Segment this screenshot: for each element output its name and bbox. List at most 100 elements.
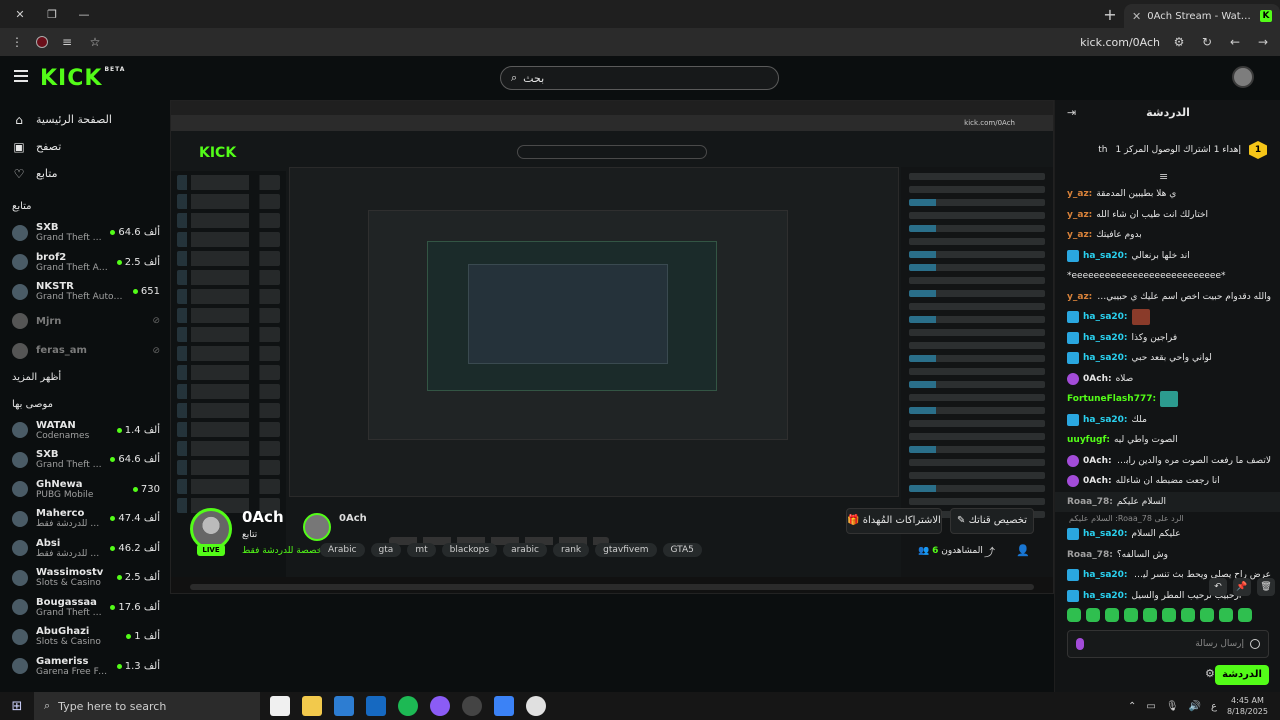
chat-username[interactable]: ha_sa20: (1083, 415, 1128, 425)
stream-tag[interactable]: gtavfivem (595, 543, 657, 557)
obs-icon[interactable] (462, 696, 482, 716)
browser-tab[interactable]: ✕ 0Ach Stream - Watch Live on Kick K (1124, 4, 1280, 28)
chat-message[interactable]: 0Ach: انا رجعت مضبطه ان شاءلله (1055, 471, 1280, 492)
stream-tag[interactable]: Arabic (320, 543, 365, 557)
delete-icon[interactable]: 🗑 (1257, 578, 1275, 596)
channel-item[interactable]: BougassaaGrand Theft Auto ... 17.6 ألف (0, 593, 170, 623)
chat-message[interactable]: ha_sa20: ملك (1055, 410, 1280, 431)
chrome-icon[interactable] (526, 696, 546, 716)
chat-message[interactable]: ha_sa20: فراجين وكذا (1055, 328, 1280, 349)
menu-dots-icon[interactable]: ⋮ (8, 35, 26, 49)
kick-logo[interactable]: KICK BETA (40, 66, 125, 91)
store-icon[interactable] (334, 696, 354, 716)
chat-settings-icon[interactable]: ⚙ (1205, 667, 1215, 680)
emote-icon[interactable] (1162, 608, 1176, 622)
chat-username[interactable]: Roaa_78: (1067, 497, 1113, 507)
emote-icon[interactable] (1124, 608, 1138, 622)
emote-icon[interactable] (1200, 608, 1214, 622)
app-icon[interactable] (494, 696, 514, 716)
chat-username[interactable]: FortuneFlash777: (1067, 394, 1156, 404)
emote-icon[interactable] (1238, 608, 1252, 622)
emote-icon[interactable] (1105, 608, 1119, 622)
chat-message[interactable]: y_az: ي هلا بطيبين المدمقة (1055, 184, 1280, 205)
chat-message[interactable]: y_az: اختارلك انت طيب ان شاء الله (1055, 205, 1280, 226)
network-icon[interactable]: ▭ (1146, 701, 1155, 712)
close-window-icon[interactable]: ✕ (4, 8, 36, 21)
chat-username[interactable]: y_az: (1067, 230, 1092, 240)
stream-tag[interactable]: arabic (503, 543, 547, 557)
profile-icon[interactable] (36, 36, 48, 48)
channel-item[interactable]: GhNewa PUBG Mobile 730 (0, 475, 170, 505)
chat-message[interactable]: ha_sa20: اند خلها برنعالي (1055, 246, 1280, 267)
pinned-message[interactable]: th إهداء 1 اشتراك الوصول المركز 1 1 (1071, 138, 1267, 162)
chat-username[interactable]: uuyfugf: (1067, 435, 1110, 445)
stream-tag[interactable]: gta (370, 543, 402, 557)
chat-message[interactable]: ha_sa20: لواني واحي بقعد حبي (1055, 348, 1280, 369)
horizontal-scrollbar[interactable] (190, 584, 1034, 590)
following-status[interactable]: تتابع (242, 530, 257, 540)
user-avatar[interactable] (1232, 66, 1254, 88)
volume-icon[interactable]: 🔊 (1189, 701, 1201, 712)
emoji-icon[interactable] (1250, 639, 1260, 649)
chat-message[interactable]: *eeeeeeeeeeeeeeeeeeeeeeeeeee* (1055, 266, 1280, 287)
clock[interactable]: 4:45 AM 8/18/2025 (1227, 695, 1268, 717)
reload-icon[interactable]: ↻ (1198, 35, 1216, 49)
customize-channel-button[interactable]: ✎ تخصيص قناتك (950, 508, 1034, 534)
channel-item[interactable]: feras_am ⊘ (0, 336, 170, 366)
show-more-link[interactable]: أظهر المزيد (0, 366, 170, 385)
chat-message[interactable]: Roaa_78: وش السالفه؟ (1055, 545, 1280, 566)
back-icon[interactable]: → (1254, 35, 1272, 49)
url-field[interactable]: kick.com/0Ach (1080, 36, 1160, 49)
nav-home[interactable]: ⌂ الصفحة الرئيسية (0, 106, 170, 133)
chat-username[interactable]: ha_sa20: (1083, 353, 1128, 363)
tray-chevron-icon[interactable]: ⌃ (1128, 701, 1136, 712)
chat-message[interactable]: ha_sa20: (1055, 307, 1280, 328)
stream-tag[interactable]: GTA5 (662, 543, 702, 557)
streamer-name[interactable]: 0Ach (242, 508, 284, 526)
pin-icon[interactable]: 📌 (1233, 578, 1251, 596)
nav-following[interactable]: ♡ متابع (0, 160, 170, 187)
stream-tag[interactable]: mt (407, 543, 436, 557)
chat-username[interactable]: y_az: (1067, 210, 1092, 220)
mic-icon[interactable] (1076, 638, 1084, 650)
follow-user-icon[interactable]: 👤 (1016, 544, 1030, 557)
nav-browse[interactable]: ▣ تصفح (0, 133, 170, 160)
chat-username[interactable]: ha_sa20: (1083, 529, 1128, 539)
hamburger-menu-icon[interactable] (14, 70, 28, 82)
channel-item[interactable]: Absiمخصصة للدردشة فقط 46.2 ألف (0, 534, 170, 564)
bookmark-star-icon[interactable]: ☆ (86, 35, 104, 49)
chat-reply-context[interactable]: الرد على Roaa_78: السلام عليكم (1055, 512, 1280, 524)
chat-username[interactable]: y_az: (1067, 189, 1092, 199)
channel-item[interactable]: AbuGhazi Slots & Casino 1 ألف (0, 622, 170, 652)
task-view-icon[interactable] (270, 696, 290, 716)
language-indicator[interactable]: ع (1211, 701, 1217, 712)
emote-icon[interactable] (1181, 608, 1195, 622)
file-explorer-icon[interactable] (302, 696, 322, 716)
chat-username[interactable]: 0Ach: (1083, 456, 1112, 466)
outlook-icon[interactable] (366, 696, 386, 716)
chat-message[interactable]: FortuneFlash777: (1055, 389, 1280, 410)
close-tab-icon[interactable]: ✕ (1132, 10, 1141, 23)
minimize-window-icon[interactable]: — (68, 8, 100, 21)
chat-username[interactable]: 0Ach: (1083, 476, 1112, 486)
channel-item[interactable]: brof2Grand Theft Auto V... 2.5 ألف (0, 248, 170, 278)
reading-list-icon[interactable]: ≡ (58, 35, 76, 49)
chat-message[interactable]: ha_sa20: عليكم السلام (1055, 524, 1280, 545)
channel-item[interactable]: Mjrn ⊘ (0, 307, 170, 337)
emote-icon[interactable] (1086, 608, 1100, 622)
channel-item[interactable]: Wassimostv Slots & Casino 2.5 ألف (0, 563, 170, 593)
channel-item[interactable]: SXBGrand Theft Auto ... 64.6 ألف (0, 445, 170, 475)
video-player[interactable]: kick.com/0Ach KICK 0Ach (170, 100, 1054, 692)
chat-username[interactable]: Roaa_78: (1067, 550, 1113, 560)
taskbar-search[interactable]: ⌕ Type here to search (34, 692, 260, 720)
emote-icon[interactable] (1219, 608, 1233, 622)
chat-username[interactable]: 0Ach: (1083, 374, 1112, 384)
share-icon[interactable]: ⤴ (984, 544, 995, 560)
windows-start-icon[interactable]: ⊞ (0, 699, 34, 714)
chat-username[interactable]: ha_sa20: (1083, 591, 1128, 601)
chat-username[interactable]: y_az: (1067, 292, 1092, 302)
discord-icon[interactable] (430, 696, 450, 716)
chat-message[interactable]: y_az: والله دقدوام حبيت اخص اسم عليك ي حب… (1055, 287, 1280, 308)
chat-message[interactable]: y_az: بدوم عافيتك (1055, 225, 1280, 246)
spotify-icon[interactable] (398, 696, 418, 716)
